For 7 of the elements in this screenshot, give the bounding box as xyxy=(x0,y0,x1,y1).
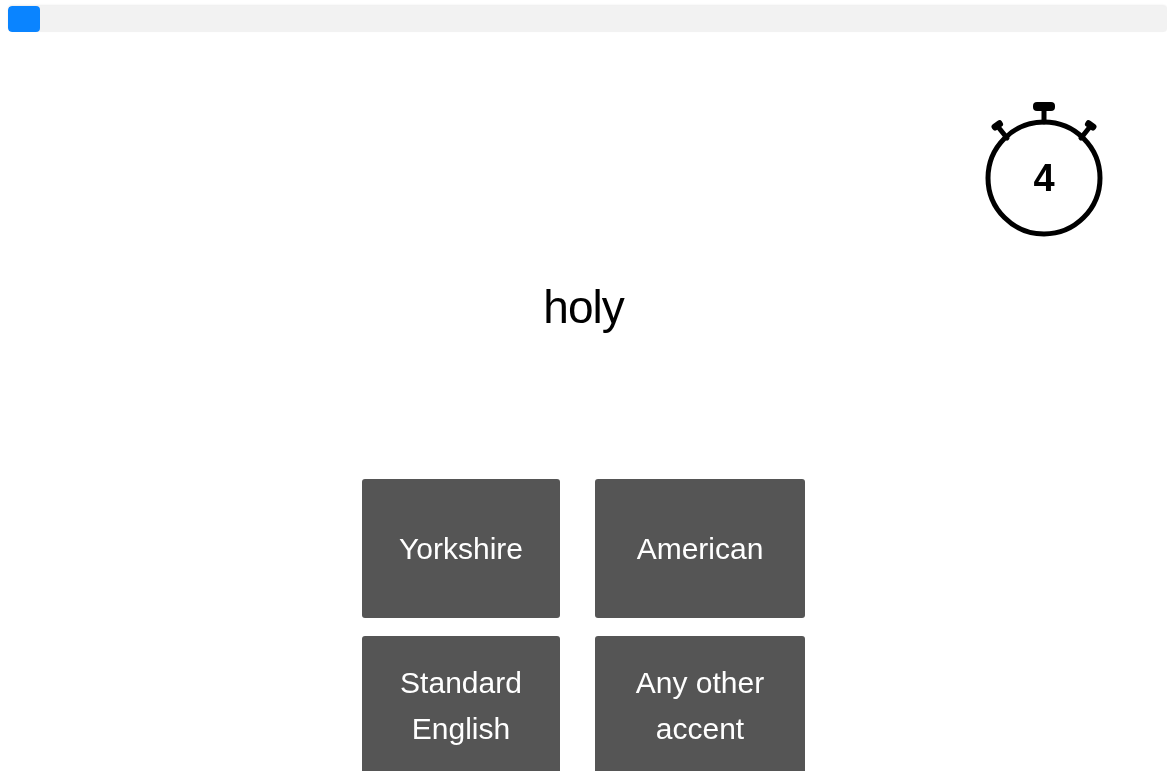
word-prompt: holy xyxy=(543,280,624,334)
answer-button[interactable]: American xyxy=(595,479,805,618)
answer-button[interactable]: Any other accent xyxy=(595,636,805,771)
timer-count: 4 xyxy=(1033,156,1055,201)
answer-button[interactable]: Standard English xyxy=(362,636,560,771)
stopwatch-icon xyxy=(983,102,1105,238)
answer-button[interactable]: Yorkshire xyxy=(362,479,560,618)
